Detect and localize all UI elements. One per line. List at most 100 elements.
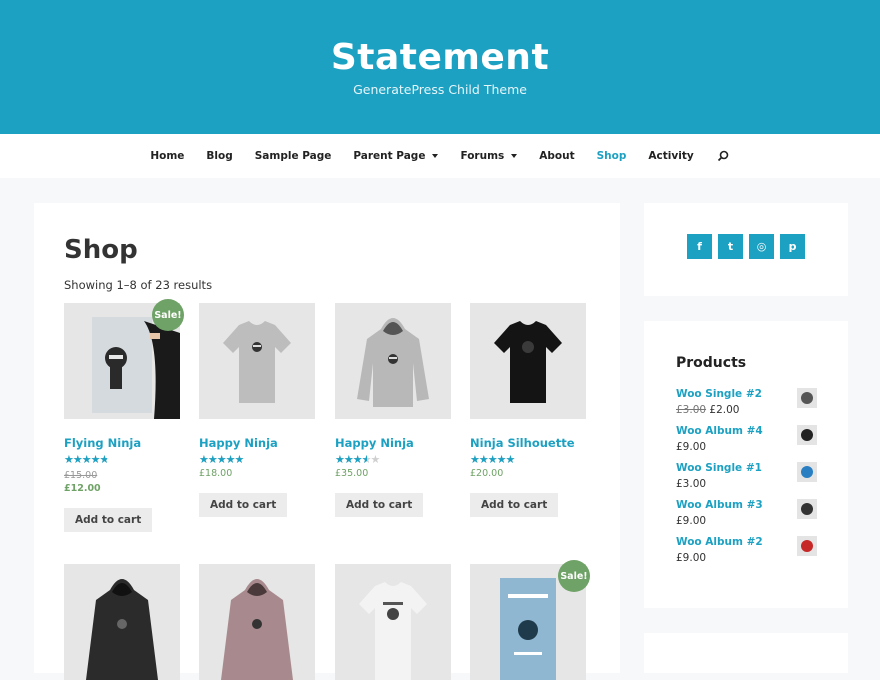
grey-tshirt-image — [223, 321, 291, 403]
widget-product-item: Woo Album #4 £9.00 — [676, 425, 817, 462]
widget-product-title[interactable]: Woo Album #2 — [676, 536, 817, 548]
product-price: £18.00 — [199, 468, 233, 479]
product-title[interactable]: Happy Ninja — [199, 436, 315, 450]
nav-item-parent-page[interactable]: Parent Page — [342, 150, 449, 162]
widget-product-thumb[interactable] — [797, 499, 817, 519]
product-card — [199, 564, 315, 680]
widget-product-item: Woo Single #1 £3.00 — [676, 462, 817, 499]
pink-hoodie-image — [221, 579, 293, 680]
nav-label: Activity — [648, 150, 694, 162]
add-to-cart-button[interactable]: Add to cart — [64, 508, 153, 532]
site-tagline: GeneratePress Child Theme — [353, 82, 527, 97]
product-image[interactable] — [64, 564, 180, 680]
product-card: Happy Ninja ★★★★★★★★★★ £35.00 Add to car… — [335, 303, 451, 517]
star-rating: ★★★★★★★★★★ — [64, 453, 109, 466]
widget-product-price: £3.00 £2.00 — [676, 404, 817, 416]
black-tshirt-image — [494, 321, 562, 403]
album-disc-icon — [801, 466, 813, 478]
product-card: Happy Ninja ★★★★★ ★★★★★ £18.00 Add to car… — [199, 303, 315, 517]
album-disc-icon — [801, 392, 813, 404]
nav-label: Parent Page — [353, 150, 426, 162]
chevron-down-icon — [511, 154, 518, 158]
star-rating: ★★★★★★★★★★ — [470, 453, 515, 466]
star-rating: ★★★★★★★★★★ — [335, 453, 380, 466]
album-disc-icon — [801, 503, 813, 515]
nav-item-forums[interactable]: Forums — [449, 150, 528, 162]
product-title[interactable]: Happy Ninja — [335, 436, 451, 450]
nav-label: Shop — [596, 150, 627, 162]
product-title[interactable]: Flying Ninja — [64, 436, 180, 450]
sale-price: £2.00 — [709, 404, 740, 416]
chevron-down-icon — [432, 154, 439, 158]
dark-hoodie-image — [86, 579, 158, 680]
widget-product-title[interactable]: Woo Single #2 — [676, 388, 817, 400]
main-navigation: Home Blog Sample Page Parent Page Forums… — [0, 134, 880, 178]
nav-label: Sample Page — [254, 150, 332, 162]
regular-price: £3.00 — [676, 404, 707, 416]
widget-product-price: £9.00 — [676, 441, 707, 453]
sale-badge: Sale! — [152, 299, 184, 331]
facebook-icon[interactable]: f — [687, 234, 712, 259]
add-to-cart-button[interactable]: Add to cart — [199, 493, 288, 517]
products-widget: Products Woo Single #2 £3.00 £2.00 Woo A… — [644, 321, 848, 608]
product-image[interactable] — [199, 303, 315, 419]
sale-price: £12.00 — [64, 483, 101, 494]
widget-product-title[interactable]: Woo Album #4 — [676, 425, 817, 437]
widget-product-title[interactable]: Woo Album #3 — [676, 499, 817, 511]
social-widget: f t ◎ p — [644, 203, 848, 296]
product-image[interactable] — [335, 564, 451, 680]
nav-item-home[interactable]: Home — [139, 150, 195, 162]
sale-badge: Sale! — [558, 560, 590, 592]
product-card — [64, 564, 180, 680]
widget-product-price: £9.00 — [676, 552, 707, 564]
star-rating: ★★★★★★★★★★ — [199, 453, 244, 466]
twitter-icon[interactable]: t — [718, 234, 743, 259]
search-icon — [717, 150, 728, 162]
site-title[interactable]: Statement — [331, 37, 549, 78]
result-count: Showing 1–8 of 23 results — [64, 278, 213, 292]
product-title[interactable]: Ninja Silhouette — [470, 436, 586, 450]
site-header: Statement GeneratePress Child Theme — [0, 0, 880, 134]
widget-product-price: £9.00 — [676, 515, 707, 527]
widget-product-thumb[interactable] — [797, 425, 817, 445]
product-price: £35.00 — [335, 468, 369, 479]
widget-product-item: Woo Album #3 £9.00 — [676, 499, 817, 536]
product-price: £20.00 — [470, 468, 504, 479]
album-disc-icon — [801, 429, 813, 441]
white-tshirt-image — [359, 582, 427, 680]
widget-product-price: £3.00 — [676, 478, 707, 490]
nav-item-about[interactable]: About — [528, 150, 585, 162]
nav-item-shop[interactable]: Shop — [586, 150, 638, 162]
add-to-cart-button[interactable]: Add to cart — [335, 493, 424, 517]
widget-product-title[interactable]: Woo Single #1 — [676, 462, 817, 474]
nav-item-activity[interactable]: Activity — [637, 150, 704, 162]
instagram-icon[interactable]: ◎ — [749, 234, 774, 259]
search-toggle[interactable] — [705, 149, 741, 163]
product-card: Ninja Silhouette ★★★★★ ★★★★★ £20.00 Add t… — [470, 303, 586, 517]
regular-price: £15.00 — [64, 470, 98, 481]
widget-product-thumb[interactable] — [797, 462, 817, 482]
add-to-cart-button[interactable]: Add to cart — [470, 493, 559, 517]
product-card: Sale! Flying Ninja ★★★★★ ★★★★★ £15.00 £12… — [64, 299, 184, 532]
product-card — [335, 564, 451, 680]
sidebar-widget — [644, 633, 848, 673]
widget-product-item: Woo Album #2 £9.00 — [676, 536, 817, 573]
widget-product-thumb[interactable] — [797, 388, 817, 408]
product-image[interactable] — [470, 303, 586, 419]
nav-label: About — [539, 150, 575, 162]
nav-label: Home — [150, 150, 185, 162]
nav-item-blog[interactable]: Blog — [195, 150, 243, 162]
nav-item-sample-page[interactable]: Sample Page — [244, 150, 343, 162]
product-image[interactable] — [199, 564, 315, 680]
widget-title: Products — [676, 355, 747, 371]
shop-content: Shop Showing 1–8 of 23 results Sale! Fly… — [34, 203, 620, 680]
widget-product-thumb[interactable] — [797, 536, 817, 556]
page-title: Shop — [64, 235, 138, 265]
widget-product-item: Woo Single #2 £3.00 £2.00 — [676, 388, 817, 425]
nav-label: Forums — [460, 150, 505, 162]
product-image[interactable] — [335, 303, 451, 419]
nav-label: Blog — [206, 150, 233, 162]
grey-hoodie-image — [357, 318, 429, 407]
pinterest-icon[interactable]: p — [780, 234, 805, 259]
product-card: Sale! — [470, 560, 590, 680]
